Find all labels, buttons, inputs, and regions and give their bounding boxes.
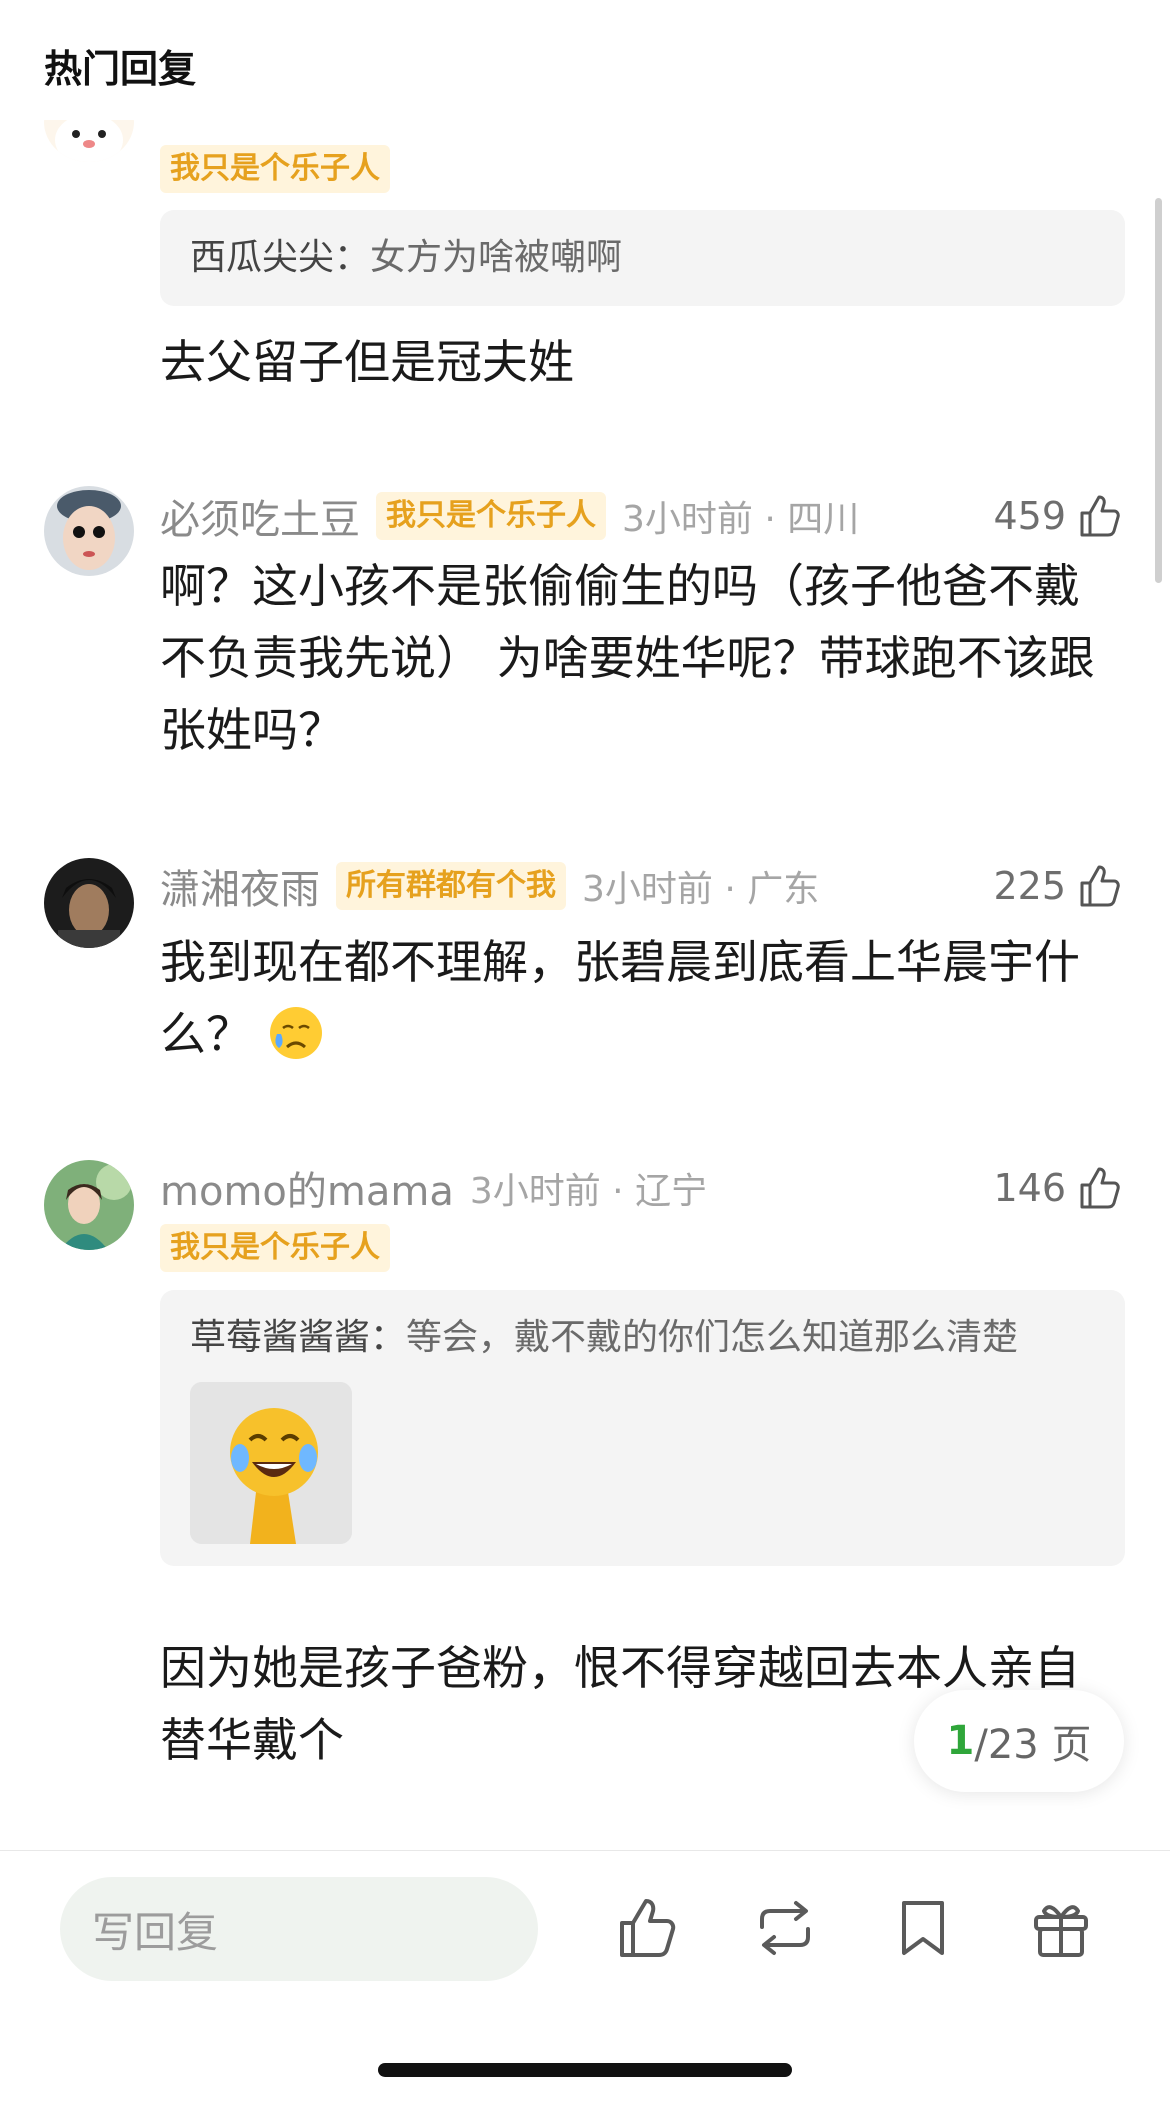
avatar[interactable] (44, 1160, 134, 1250)
quoted-username: 草莓酱酱酱： (190, 1317, 407, 1358)
avatar[interactable] (44, 858, 134, 948)
quoted-reply[interactable]: 草莓酱酱酱：等会，戴不戴的你们怎么知道那么清楚 (160, 1290, 1125, 1566)
comment-text: 啊？这小孩不是张偷偷生的吗（孩子他爸不戴不负责我先说） 为啥要姓华呢？带球跑不该… (160, 559, 1095, 757)
user-badge: 我只是个乐子人 (160, 1224, 390, 1272)
like-count: 146 (993, 1166, 1066, 1210)
comment-text: 我到现在都不理解，张碧晨到底看上华晨宇什么？ (160, 926, 1115, 1070)
quoted-reply[interactable]: 西瓜尖尖：女方为啥被嘲啊 (160, 210, 1125, 306)
like-button[interactable] (612, 1893, 682, 1963)
user-badge: 我只是个乐子人 (160, 145, 390, 193)
like-control[interactable]: 146 (993, 1160, 1124, 1216)
page-title: 热门回复 (44, 47, 197, 91)
thumbs-up-icon[interactable] (1074, 861, 1124, 911)
quoted-text: 女方为啥被嘲啊 (370, 237, 623, 278)
like-count: 459 (993, 494, 1066, 538)
gift-icon (1034, 1905, 1088, 1957)
user-badge: 所有群都有个我 (336, 862, 566, 910)
header: 热门回复 (0, 0, 1170, 120)
quoted-username: 西瓜尖尖： (190, 237, 371, 278)
bookmark-button[interactable] (888, 1893, 958, 1963)
user-badge: 我只是个乐子人 (376, 492, 606, 540)
total-pages: /23 页 (974, 1722, 1092, 1768)
current-page: 1 (946, 1718, 975, 1764)
avatar[interactable] (44, 486, 134, 576)
username[interactable]: momo的mama (160, 1159, 454, 1217)
like-icon (620, 1899, 676, 1957)
sad-sweat-emoji-icon (269, 1007, 322, 1059)
gift-button[interactable] (1026, 1893, 1096, 1963)
laughing-emoji-sticker-icon (190, 1382, 352, 1544)
quoted-text: 等会，戴不戴的你们怎么知道那么清楚 (406, 1317, 1019, 1358)
like-control[interactable]: 459 (993, 488, 1124, 544)
username[interactable]: 必须吃土豆 (160, 487, 360, 545)
timestamp: 3小时前 · 四川 (622, 499, 860, 540)
timestamp: 3小时前 · 辽宁 (469, 1171, 708, 1212)
bottom-action-bar: 写回复 (0, 1850, 1170, 2103)
thumbs-up-icon[interactable] (1074, 1163, 1124, 1213)
reply-placeholder: 写回复 (92, 1907, 219, 1957)
repost-icon (760, 1901, 810, 1955)
repost-button[interactable] (750, 1893, 820, 1963)
timestamp: 3小时前 · 广东 (582, 869, 820, 910)
comment-text: 去父留子但是冠夫姓 (160, 335, 574, 389)
home-indicator (378, 2063, 792, 2077)
page-indicator[interactable]: 1/23 页 (914, 1690, 1124, 1792)
username[interactable]: 潇湘夜雨 (160, 857, 320, 915)
like-count: 225 (993, 864, 1066, 908)
thumbs-up-icon[interactable] (1074, 491, 1124, 541)
like-control[interactable]: 225 (993, 858, 1124, 914)
reply-input[interactable]: 写回复 (60, 1877, 538, 1981)
bookmark-icon (902, 1901, 944, 1955)
sticker-image[interactable] (190, 1382, 352, 1544)
scrollbar[interactable] (1155, 198, 1162, 583)
